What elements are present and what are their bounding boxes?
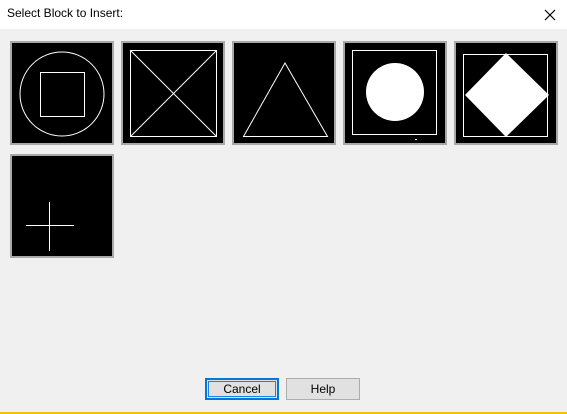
help-button[interactable]: Help (286, 378, 360, 400)
block-tile-square-x[interactable] (121, 41, 225, 145)
triangle-block-icon (242, 61, 329, 137)
title-bar: Select Block to Insert: (0, 0, 567, 29)
block-tile-circle-square[interactable] (10, 41, 114, 145)
block-tile-filled-circle[interactable] (343, 41, 447, 145)
dialog-title: Select Block to Insert: (7, 6, 124, 20)
close-icon (544, 9, 556, 21)
block-tile-crosshair[interactable] (10, 154, 114, 258)
crosshair-block-icon (26, 202, 74, 251)
block-tile-filled-diamond[interactable] (454, 41, 558, 145)
filled-diamond-in-square-block-icon (463, 53, 549, 137)
help-button-label: Help (310, 382, 336, 396)
block-tile-triangle[interactable] (232, 41, 336, 145)
cancel-button-label: Cancel (223, 382, 261, 396)
circle-with-square-block-icon (19, 51, 105, 137)
close-button[interactable] (533, 0, 567, 29)
cancel-button[interactable]: Cancel (205, 378, 279, 400)
square-with-x-block-icon (130, 50, 217, 137)
filled-circle-in-square-block-icon (352, 50, 437, 140)
